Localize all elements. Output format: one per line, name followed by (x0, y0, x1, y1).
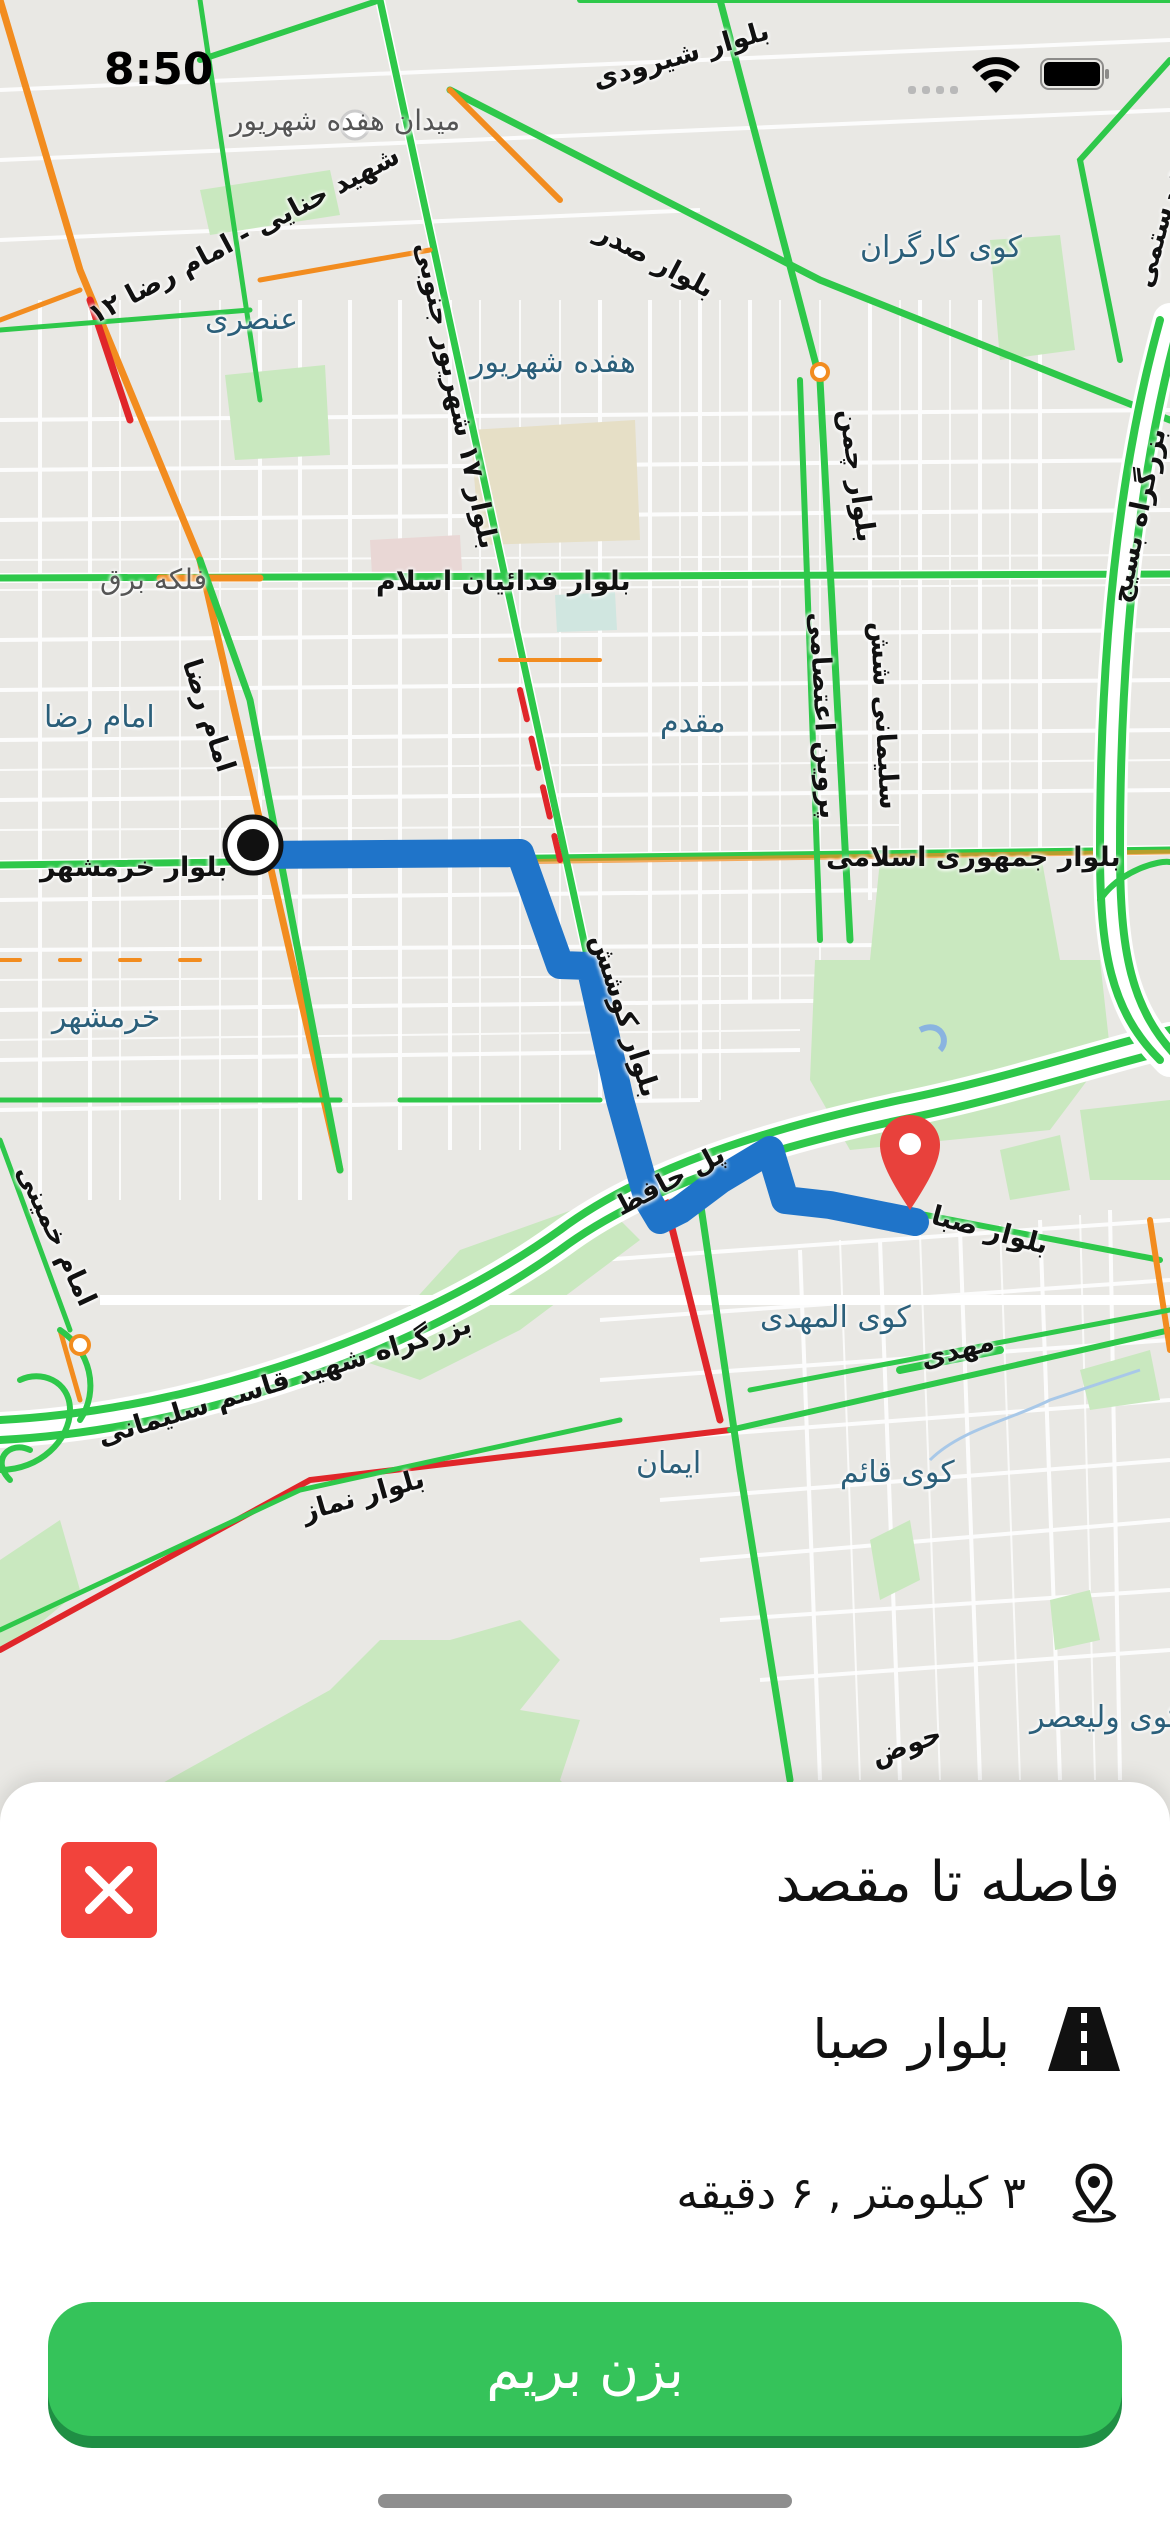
area-label: کوی ولیعصر (1030, 1700, 1170, 1735)
street-label: بلوار خرمشهر (40, 852, 228, 883)
area-label: ایمان (636, 1446, 702, 1481)
distance-time-row: ۳ کیلومتر , ۶ دقیقه (676, 2162, 1120, 2224)
status-time: 8:50 (104, 44, 214, 95)
cellular-signal-icon (908, 74, 964, 94)
street-label: بلوار جمهوری اسلامی (826, 842, 1121, 873)
start-navigation-button[interactable]: بزن بریم (48, 2302, 1122, 2436)
battery-icon (1040, 58, 1109, 90)
map-view[interactable]: بلوار شیرودی بلوار شهید رستمی بلوار صدر … (0, 0, 1170, 1820)
area-label: کوی قائم (840, 1455, 955, 1490)
home-indicator[interactable] (378, 2494, 792, 2508)
sheet-title: فاصله تا مقصد (775, 1850, 1120, 1915)
area-label: امام رضا (44, 700, 155, 735)
distance-time-text: ۳ کیلومتر , ۶ دقیقه (676, 2167, 1026, 2219)
area-label: کوی المهدی (760, 1300, 911, 1335)
area-label: کوی کارگران (860, 230, 1022, 265)
screen: بلوار شیرودی بلوار شهید رستمی بلوار صدر … (0, 0, 1170, 2532)
close-icon (85, 1866, 133, 1914)
origin-marker (222, 814, 284, 876)
close-button[interactable] (61, 1842, 157, 1938)
area-label: فلکه برق (100, 563, 207, 596)
destination-street-row: بلوار صبا (812, 2007, 1120, 2071)
street-label: بلوار فدائیان اسلام (376, 566, 631, 597)
road-icon (1048, 2007, 1120, 2071)
wifi-icon (972, 57, 1020, 93)
area-label: عنصری (205, 302, 299, 337)
area-label: هفده شهریور (470, 345, 636, 380)
area-label: مقدم (660, 705, 726, 740)
status-bar: 8:50 (0, 0, 1170, 140)
location-pin-icon (1072, 2163, 1117, 2223)
destination-street-name: بلوار صبا (812, 2007, 1010, 2071)
destination-sheet: فاصله تا مقصد بلوار صبا ۳ کیلومتر , ۶ دق… (0, 1782, 1170, 2532)
area-label: خرمشهر (52, 1000, 161, 1035)
